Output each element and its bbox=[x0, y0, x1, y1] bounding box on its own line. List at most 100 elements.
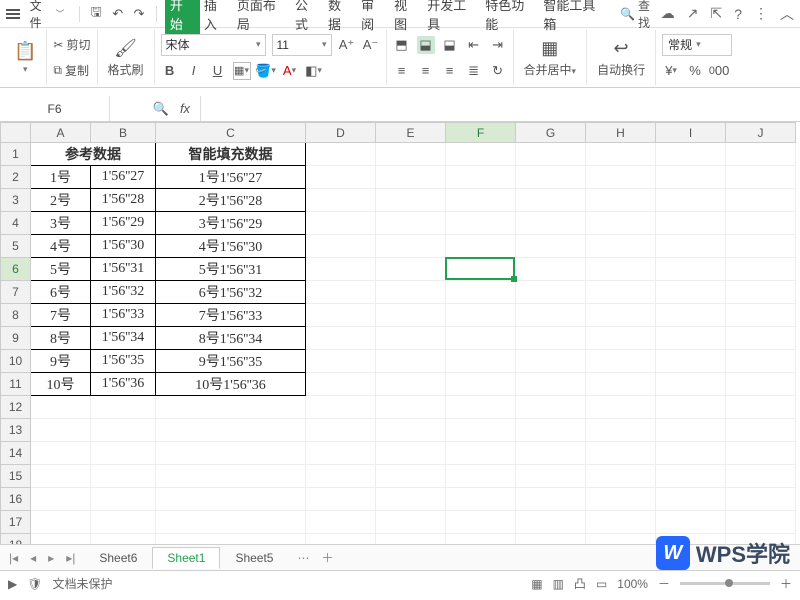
cell-A7[interactable]: 6号 bbox=[31, 281, 91, 304]
row-header-1[interactable]: 1 bbox=[1, 143, 31, 166]
cell-D5[interactable] bbox=[306, 235, 376, 258]
cell-C15[interactable] bbox=[156, 465, 306, 488]
cell-C4[interactable]: 3号1'56''29 bbox=[156, 212, 306, 235]
col-header-J[interactable]: J bbox=[726, 123, 796, 143]
more-sheets-icon[interactable]: ⋯ bbox=[294, 551, 312, 565]
add-sheet-icon[interactable]: ＋ bbox=[318, 549, 336, 566]
cell-E15[interactable] bbox=[376, 465, 446, 488]
cell-F8[interactable] bbox=[446, 304, 516, 327]
cell-J12[interactable] bbox=[726, 396, 796, 419]
cell-E18[interactable] bbox=[376, 534, 446, 545]
cell-H5[interactable] bbox=[586, 235, 656, 258]
cell-D3[interactable] bbox=[306, 189, 376, 212]
cell-F3[interactable] bbox=[446, 189, 516, 212]
cell-E16[interactable] bbox=[376, 488, 446, 511]
cell-A16[interactable] bbox=[31, 488, 91, 511]
header-ref-data[interactable]: 参考数据 bbox=[31, 143, 156, 166]
row-header-7[interactable]: 7 bbox=[1, 281, 31, 304]
cell-B3[interactable]: 1'56''28 bbox=[91, 189, 156, 212]
cell-B9[interactable]: 1'56''34 bbox=[91, 327, 156, 350]
cell-F10[interactable] bbox=[446, 350, 516, 373]
row-header-14[interactable]: 14 bbox=[1, 442, 31, 465]
cell-D2[interactable] bbox=[306, 166, 376, 189]
cell-H18[interactable] bbox=[586, 534, 656, 545]
cell-B11[interactable]: 1'56''36 bbox=[91, 373, 156, 396]
cell-H11[interactable] bbox=[586, 373, 656, 396]
cell-C2[interactable]: 1号1'56''27 bbox=[156, 166, 306, 189]
cell-G17[interactable] bbox=[516, 511, 586, 534]
select-all-corner[interactable] bbox=[1, 123, 31, 143]
cell-B8[interactable]: 1'56''33 bbox=[91, 304, 156, 327]
zoom-in-icon[interactable]: ＋ bbox=[780, 575, 792, 592]
last-sheet-icon[interactable]: ▸| bbox=[63, 551, 78, 565]
font-name-select[interactable]: 宋体▾ bbox=[161, 34, 266, 56]
cell-F1[interactable] bbox=[446, 143, 516, 166]
cell-G9[interactable] bbox=[516, 327, 586, 350]
align-left-icon[interactable]: ≡ bbox=[393, 62, 411, 80]
redo-icon[interactable]: ↷ bbox=[130, 5, 147, 23]
cell-H1[interactable] bbox=[586, 143, 656, 166]
cell-J3[interactable] bbox=[726, 189, 796, 212]
name-box[interactable]: F6 bbox=[0, 96, 110, 121]
bold-button[interactable]: B bbox=[161, 62, 179, 80]
col-header-C[interactable]: C bbox=[156, 123, 306, 143]
cell-H3[interactable] bbox=[586, 189, 656, 212]
cell-H4[interactable] bbox=[586, 212, 656, 235]
cell-G8[interactable] bbox=[516, 304, 586, 327]
cell-E12[interactable] bbox=[376, 396, 446, 419]
cell-H15[interactable] bbox=[586, 465, 656, 488]
align-middle-icon[interactable]: ⬓ bbox=[417, 36, 435, 54]
cell-D9[interactable] bbox=[306, 327, 376, 350]
cell-C9[interactable]: 8号1'56''34 bbox=[156, 327, 306, 350]
cut-button[interactable]: ✂剪切 bbox=[53, 36, 90, 53]
cell-A11[interactable]: 10号 bbox=[31, 373, 91, 396]
cell-E1[interactable] bbox=[376, 143, 446, 166]
fx-icon[interactable]: fx bbox=[176, 100, 194, 118]
cell-E9[interactable] bbox=[376, 327, 446, 350]
cell-E2[interactable] bbox=[376, 166, 446, 189]
cell-I9[interactable] bbox=[656, 327, 726, 350]
font-size-select[interactable]: 11▾ bbox=[272, 34, 332, 56]
cell-G1[interactable] bbox=[516, 143, 586, 166]
row-header-4[interactable]: 4 bbox=[1, 212, 31, 235]
currency-icon[interactable]: ¥▾ bbox=[662, 62, 680, 80]
row-header-13[interactable]: 13 bbox=[1, 419, 31, 442]
cell-I14[interactable] bbox=[656, 442, 726, 465]
cell-C8[interactable]: 7号1'56''33 bbox=[156, 304, 306, 327]
cell-H9[interactable] bbox=[586, 327, 656, 350]
cell-B13[interactable] bbox=[91, 419, 156, 442]
row-header-15[interactable]: 15 bbox=[1, 465, 31, 488]
cell-I6[interactable] bbox=[656, 258, 726, 281]
percent-icon[interactable]: % bbox=[686, 62, 704, 80]
more-icon[interactable]: ⋮ bbox=[754, 5, 768, 22]
cell-G12[interactable] bbox=[516, 396, 586, 419]
cell-H2[interactable] bbox=[586, 166, 656, 189]
cell-G11[interactable] bbox=[516, 373, 586, 396]
view-break-icon[interactable]: 凸 bbox=[574, 575, 586, 592]
cell-E6[interactable] bbox=[376, 258, 446, 281]
cell-J15[interactable] bbox=[726, 465, 796, 488]
cell-F6[interactable] bbox=[446, 258, 516, 281]
cell-D11[interactable] bbox=[306, 373, 376, 396]
row-header-9[interactable]: 9 bbox=[1, 327, 31, 350]
cell-A17[interactable] bbox=[31, 511, 91, 534]
cell-B5[interactable]: 1'56''30 bbox=[91, 235, 156, 258]
insert-function-icon[interactable]: 🔍 bbox=[152, 100, 170, 118]
cell-A5[interactable]: 4号 bbox=[31, 235, 91, 258]
cell-I17[interactable] bbox=[656, 511, 726, 534]
row-header-16[interactable]: 16 bbox=[1, 488, 31, 511]
justify-icon[interactable]: ≣ bbox=[465, 62, 483, 80]
cell-E3[interactable] bbox=[376, 189, 446, 212]
col-header-E[interactable]: E bbox=[376, 123, 446, 143]
cell-F4[interactable] bbox=[446, 212, 516, 235]
increase-indent-icon[interactable]: ⇥ bbox=[489, 36, 507, 54]
reading-mode-icon[interactable]: ▭ bbox=[596, 577, 607, 591]
cell-C18[interactable] bbox=[156, 534, 306, 545]
file-menu-button[interactable]: 文件 ﹀ bbox=[24, 0, 71, 33]
cell-I11[interactable] bbox=[656, 373, 726, 396]
cell-H10[interactable] bbox=[586, 350, 656, 373]
cell-F15[interactable] bbox=[446, 465, 516, 488]
cell-C7[interactable]: 6号1'56''32 bbox=[156, 281, 306, 304]
cell-C11[interactable]: 10号1'56''36 bbox=[156, 373, 306, 396]
cell-F16[interactable] bbox=[446, 488, 516, 511]
